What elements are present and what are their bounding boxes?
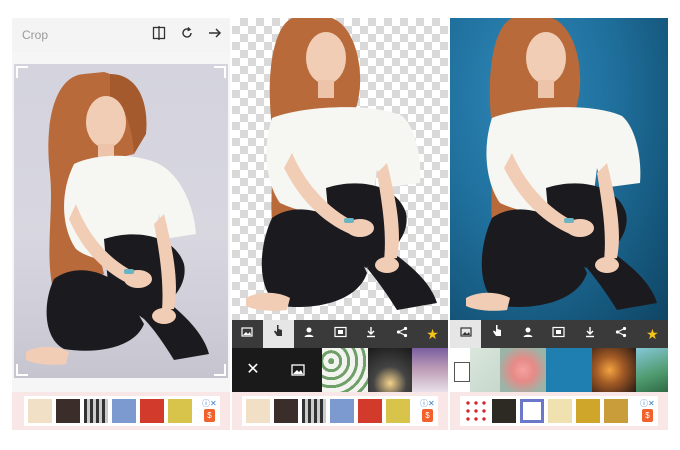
ad-info-close-icon[interactable]: ⓘ✕	[640, 398, 655, 409]
ad-product-image	[548, 399, 572, 423]
bg-thumbnail[interactable]	[636, 348, 668, 392]
bg-thumbnail[interactable]	[500, 348, 546, 392]
ad-product-image	[302, 399, 326, 423]
aspect-icon[interactable]	[543, 320, 574, 348]
bg-thumbnail[interactable]	[322, 348, 368, 392]
shopping-bag-icon: $	[204, 409, 215, 422]
share-icon[interactable]	[386, 320, 417, 348]
bg-thumbnail[interactable]	[546, 348, 592, 392]
person-icon[interactable]	[512, 320, 543, 348]
ad-product-image	[520, 399, 544, 423]
rotate-icon[interactable]	[178, 26, 196, 44]
ad-product-image	[140, 399, 164, 423]
crop-handle-bottom-left[interactable]	[16, 364, 28, 376]
image-icon[interactable]	[232, 320, 263, 348]
ad-content[interactable]: ⓘ✕ $	[24, 396, 220, 426]
edit-toolbar: ★	[450, 320, 668, 348]
blue-background-canvas[interactable]	[450, 18, 668, 320]
ad-banner[interactable]: ⓘ✕ $	[232, 392, 448, 430]
crop-handle-top-right[interactable]	[214, 66, 226, 78]
star-icon[interactable]: ★	[637, 320, 668, 348]
ad-content[interactable]: ⓘ✕ $	[460, 396, 658, 426]
hand-touch-icon[interactable]	[262, 320, 294, 348]
cutout-screen: ★ ✕ ⓘ✕ $	[232, 18, 448, 430]
crop-top-bar: Crop	[12, 18, 230, 52]
ad-product-image	[576, 399, 600, 423]
edit-toolbar: ★	[232, 320, 448, 348]
crop-photo[interactable]	[14, 64, 228, 378]
bg-thumbnail[interactable]	[592, 348, 636, 392]
next-arrow-icon[interactable]	[206, 26, 224, 44]
blank-bg-thumbnail[interactable]	[454, 362, 470, 382]
background-screen: ★ ⓘ✕ $	[450, 18, 668, 430]
ad-banner[interactable]: ⓘ✕ $	[12, 392, 230, 430]
bg-thumbnail[interactable]	[470, 348, 500, 392]
person-icon[interactable]	[294, 320, 325, 348]
ad-product-image	[246, 399, 270, 423]
ad-info-close-icon[interactable]: ⓘ✕	[202, 398, 217, 409]
ad-product-image	[492, 399, 516, 423]
bg-thumbnail[interactable]	[412, 348, 448, 392]
transparent-canvas[interactable]	[232, 18, 448, 320]
download-icon[interactable]	[575, 320, 606, 348]
gallery-icon	[291, 364, 305, 376]
background-thumbnails	[450, 348, 668, 392]
star-icon[interactable]: ★	[417, 320, 448, 348]
crop-handle-top-left[interactable]	[16, 66, 28, 78]
compare-icon[interactable]	[150, 26, 168, 44]
ad-product-image	[274, 399, 298, 423]
app-screenshot-collage: Crop ⓘ✕ $ ★ ✕ ⓘ✕ $ ★ ⓘ✕ $	[0, 0, 680, 450]
bg-thumbnail[interactable]	[368, 348, 412, 392]
ad-product-image	[604, 399, 628, 423]
ad-banner[interactable]: ⓘ✕ $	[450, 392, 668, 430]
ad-product-image	[386, 399, 410, 423]
share-icon[interactable]	[606, 320, 637, 348]
hand-touch-icon[interactable]	[481, 320, 512, 348]
ad-product-image	[358, 399, 382, 423]
ad-info-close-icon[interactable]: ⓘ✕	[420, 398, 435, 409]
ad-product-image	[84, 399, 108, 423]
crop-title: Crop	[22, 28, 49, 42]
ad-product-image	[330, 399, 354, 423]
download-icon[interactable]	[355, 320, 386, 348]
ad-product-image	[28, 399, 52, 423]
ad-product-image	[464, 399, 488, 423]
close-button[interactable]: ✕	[232, 348, 274, 392]
ad-product-image	[168, 399, 192, 423]
crop-screen: Crop ⓘ✕ $	[12, 18, 230, 430]
image-icon[interactable]	[450, 320, 482, 348]
shopping-bag-icon: $	[642, 409, 653, 422]
ad-product-image	[56, 399, 80, 423]
woman-photo	[26, 72, 209, 365]
woman-cutout	[246, 18, 437, 311]
gallery-button[interactable]	[274, 348, 322, 392]
ad-product-image	[112, 399, 136, 423]
woman-on-blue	[466, 18, 657, 311]
aspect-icon[interactable]	[325, 320, 356, 348]
crop-handle-bottom-right[interactable]	[214, 364, 226, 376]
shopping-bag-icon: $	[422, 409, 433, 422]
ad-content[interactable]: ⓘ✕ $	[242, 396, 438, 426]
background-thumbnails	[322, 348, 448, 392]
